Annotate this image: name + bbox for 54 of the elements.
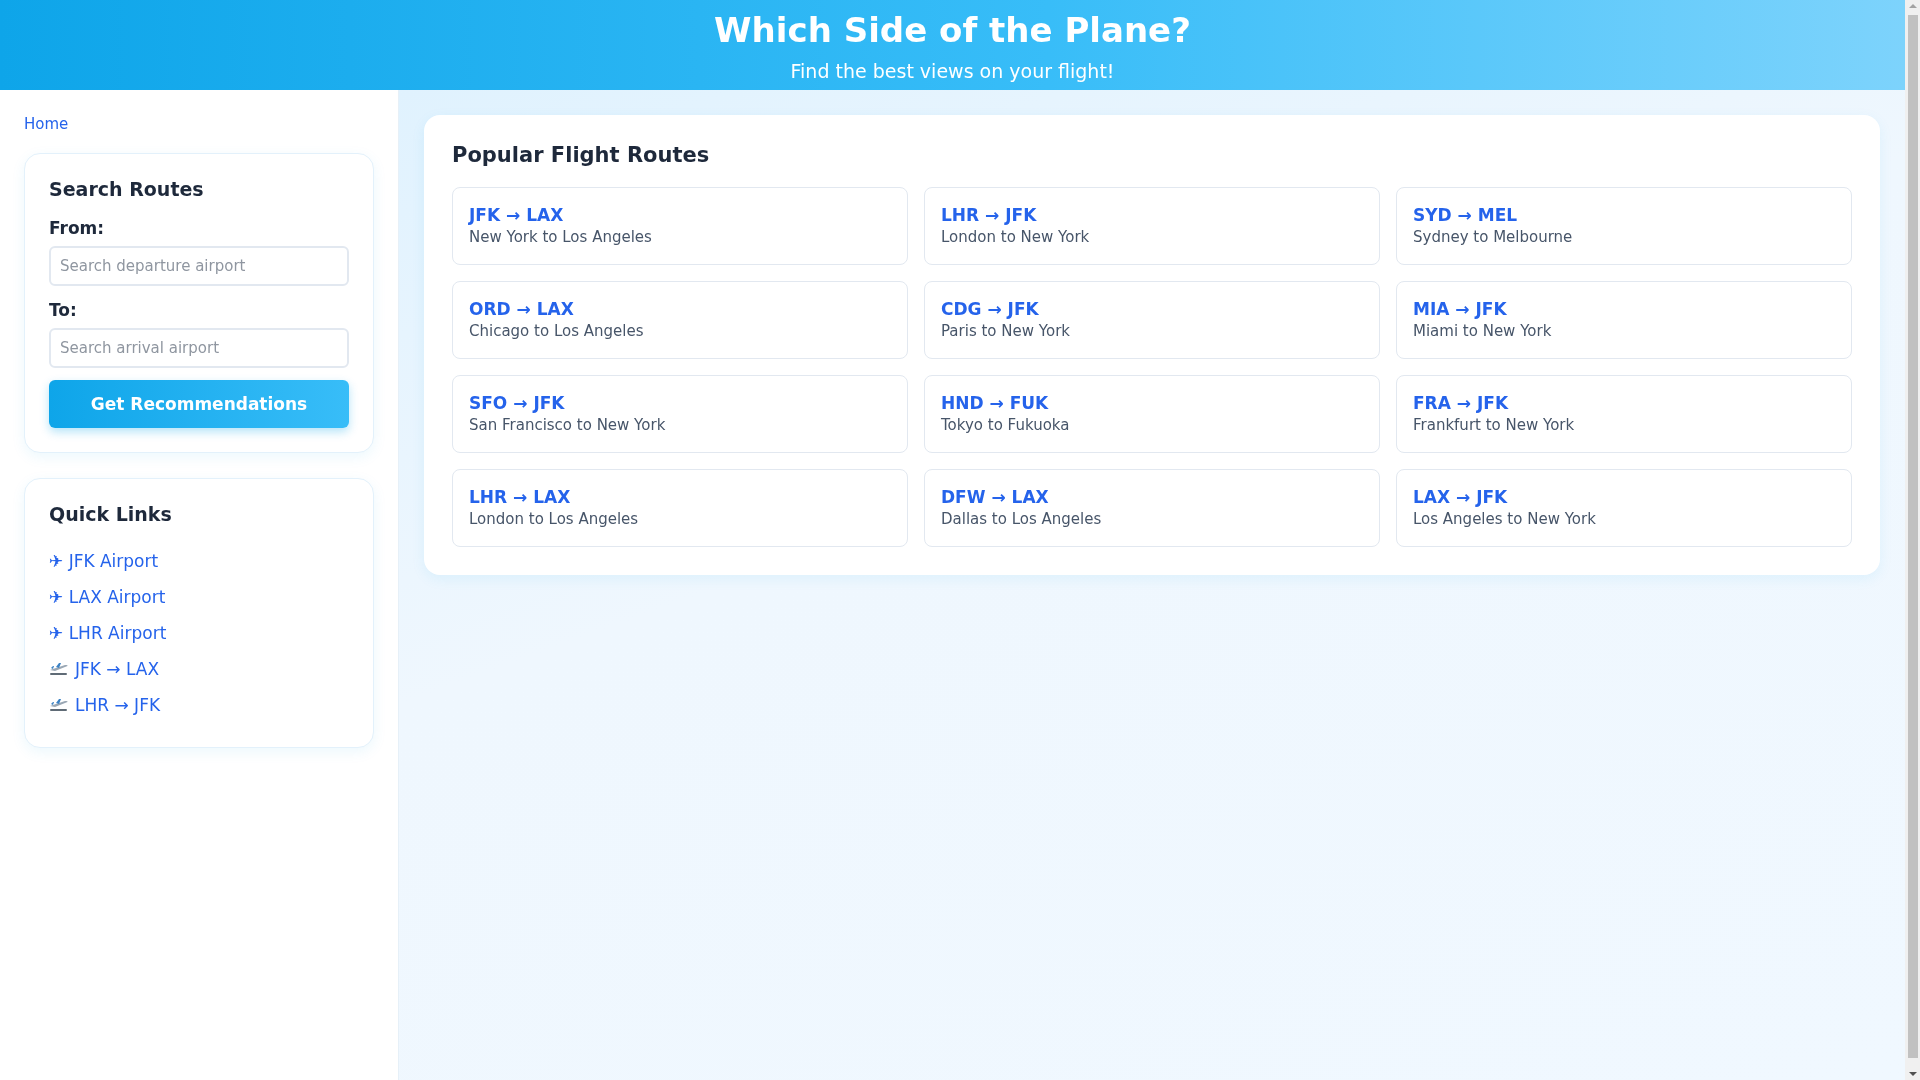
route-code: LHR → JFK [941,204,1038,226]
quick-link[interactable]: LHR → JFK [75,695,161,715]
card-heading: Search Routes [49,178,205,200]
route-code: LHR → LAX [469,486,572,508]
route-code: MIA → JFK [1413,298,1508,320]
departing-plane-icon [49,697,69,713]
route-name: Los Angeles to New York [1413,509,1597,530]
route-name: London to New York [941,227,1091,248]
route-card[interactable]: CDG → JFK Paris to New York [924,281,1380,359]
route-code: SYD → MEL [1413,204,1519,226]
route-name: Paris to New York [941,321,1071,342]
route-name: Sydney to Melbourne [1413,227,1574,248]
route-name: Dallas to Los Angeles [941,509,1103,530]
route-name: Chicago to Los Angeles [469,321,645,342]
route-code: LAX → JFK [1413,486,1509,508]
route-code: HND → FUK [941,392,1050,414]
route-card[interactable]: JFK → LAX New York to Los Angeles [452,187,908,265]
route-card[interactable]: SFO → JFK San Francisco to New York [452,375,908,453]
route-name: New York to Los Angeles [469,227,653,248]
route-name: Miami to New York [1413,321,1553,342]
quick-link[interactable]: ✈ JFK Airport [49,551,159,571]
route-code: FRA → JFK [1413,392,1510,414]
route-name: Tokyo to Fukuoka [941,415,1071,436]
field-label: From: [49,218,106,238]
route-card[interactable]: SYD → MEL Sydney to Melbourne [1396,187,1852,265]
quick-link[interactable]: ✈ LAX Airport [49,587,166,607]
route-name: Frankfurt to New York [1413,415,1576,436]
route-name: London to Los Angeles [469,509,640,530]
route-code: ORD → LAX [469,298,575,320]
route-name: San Francisco to New York [469,415,667,436]
route-card[interactable]: MIA → JFK Miami to New York [1396,281,1852,359]
route-card[interactable]: LHR → LAX London to Los Angeles [452,469,908,547]
quick-link[interactable]: JFK → LAX [75,659,160,679]
route-card[interactable]: LAX → JFK Los Angeles to New York [1396,469,1852,547]
route-code: JFK → LAX [469,204,565,226]
quick-link[interactable]: ✈ LHR Airport [49,623,167,643]
site-subtitle: Find the best views on your flight! [790,60,1115,82]
route-card[interactable]: HND → FUK Tokyo to Fukuoka [924,375,1380,453]
route-card[interactable]: ORD → LAX Chicago to Los Angeles [452,281,908,359]
route-code: DFW → LAX [941,486,1050,508]
arrival-field[interactable]: Search arrival airport [49,328,349,368]
scrollbar[interactable] [1905,0,1920,1080]
route-code: CDG → JFK [941,298,1040,320]
route-card[interactable]: FRA → JFK Frankfurt to New York [1396,375,1852,453]
field-label: To: [49,300,78,320]
panel-heading: Popular Flight Routes [452,143,711,167]
home-link[interactable]: Home [24,115,69,133]
route-code: SFO → JFK [469,392,566,414]
route-card[interactable]: LHR → JFK London to New York [924,187,1380,265]
departure-field[interactable]: Search departure airport [49,246,349,286]
site-title: Which Side of the Plane? [714,10,1191,50]
departing-plane-icon [49,661,69,677]
card-heading: Quick Links [49,503,173,525]
route-card[interactable]: DFW → LAX Dallas to Los Angeles [924,469,1380,547]
